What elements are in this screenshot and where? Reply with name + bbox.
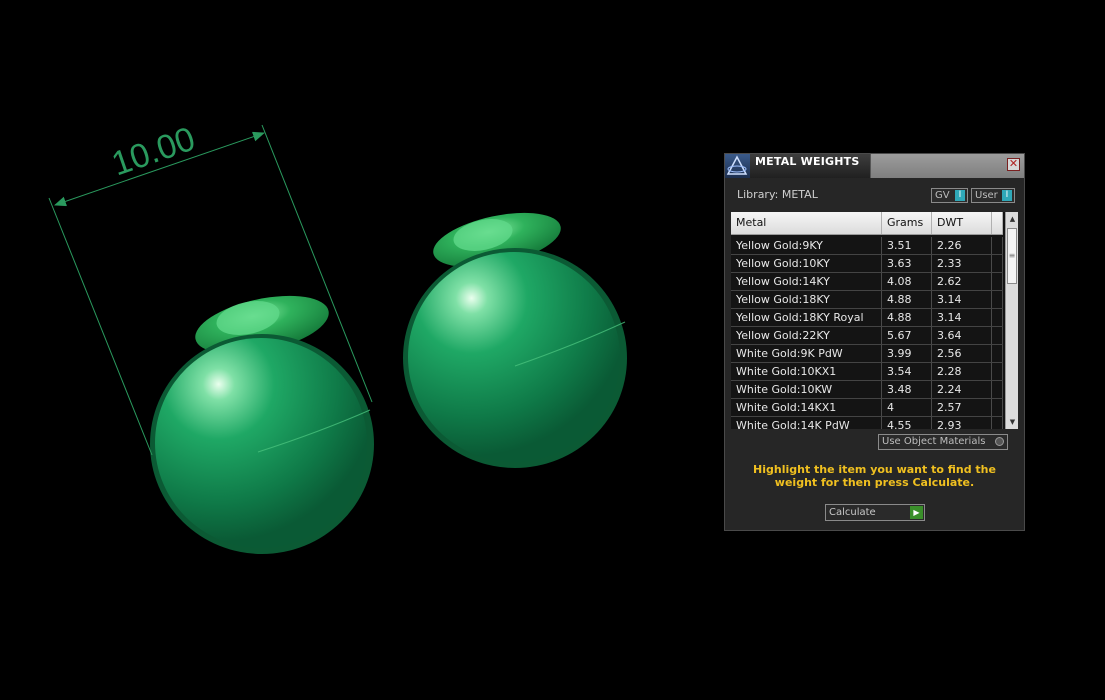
app-logo-icon [725,154,750,178]
metal-cell: Yellow Gold:9KY [731,237,882,254]
metal-cell: White Gold:9K PdW [731,345,882,362]
table-header: Metal Grams DWT [731,212,1003,235]
use-object-materials-label: Use Object Materials [882,436,986,447]
right-earring[interactable] [403,203,627,468]
column-header-grams[interactable]: Grams [882,212,932,234]
table-row[interactable]: White Gold:9K PdW 3.99 2.56 [731,345,1003,363]
grams-cell: 4.88 [882,291,932,308]
table-row[interactable]: Yellow Gold:10KY 3.63 2.33 [731,255,1003,273]
calculate-button[interactable]: Calculate ▶ [825,504,925,521]
dwt-cell: 2.93 [932,417,992,429]
toggle-icon: I [955,190,965,201]
user-label: User [975,190,998,201]
extra-cell [992,381,1003,398]
table-row[interactable]: Yellow Gold:22KY 5.67 3.64 [731,327,1003,345]
extra-cell [992,399,1003,416]
extra-cell [992,345,1003,362]
metal-cell: Yellow Gold:18KY [731,291,882,308]
library-label: Library: METAL [737,188,818,201]
grams-cell: 3.54 [882,363,932,380]
extra-cell [992,273,1003,290]
metal-cell: White Gold:10KW [731,381,882,398]
gv-toggle[interactable]: GV I [931,188,968,203]
table-row[interactable]: Yellow Gold:18KY Royal 4.88 3.14 [731,309,1003,327]
dwt-cell: 2.24 [932,381,992,398]
table-row[interactable]: White Gold:14KX1 4 2.57 [731,399,1003,417]
toggle-icon: I [1002,190,1012,201]
metal-weights-panel: METAL WEIGHTS ✕ Library: METAL GV I User… [724,153,1025,531]
dwt-cell: 3.14 [932,309,992,326]
dwt-cell: 2.28 [932,363,992,380]
play-icon: ▶ [910,506,923,519]
radio-icon [995,437,1004,446]
metal-cell: Yellow Gold:18KY Royal [731,309,882,326]
extra-cell [992,363,1003,380]
metal-cell: Yellow Gold:10KY [731,255,882,272]
scroll-down-icon[interactable]: ▼ [1007,416,1018,428]
grams-cell: 5.67 [882,327,932,344]
dwt-cell: 2.33 [932,255,992,272]
grams-cell: 3.48 [882,381,932,398]
dwt-cell: 2.26 [932,237,992,254]
metal-cell: White Gold:14KX1 [731,399,882,416]
grams-cell: 3.99 [882,345,932,362]
dwt-cell: 2.62 [932,273,992,290]
metal-table: Metal Grams DWT Yellow Gold:9KY 3.51 2.26 Y… [731,212,1018,429]
metal-cell: White Gold:14K PdW [731,417,882,429]
dwt-cell: 2.56 [932,345,992,362]
grams-cell: 3.51 [882,237,932,254]
grams-cell: 3.63 [882,255,932,272]
extra-cell [992,255,1003,272]
table-body: Yellow Gold:9KY 3.51 2.26 Yellow Gold:10KY 3… [731,237,1003,429]
table-row[interactable]: White Gold:10KX1 3.54 2.28 [731,363,1003,381]
grams-cell: 4 [882,399,932,416]
dwt-cell: 3.14 [932,291,992,308]
close-icon[interactable]: ✕ [1007,158,1020,171]
dwt-cell: 2.57 [932,399,992,416]
use-object-materials-toggle[interactable]: Use Object Materials [878,434,1008,450]
scroll-thumb[interactable]: ≡ [1007,228,1017,284]
metal-cell: Yellow Gold:14KY [731,273,882,290]
column-header-dwt[interactable]: DWT [932,212,992,234]
left-earring[interactable] [150,285,374,554]
panel-titlebar[interactable]: METAL WEIGHTS ✕ [725,154,1024,178]
column-header-extra [992,212,1003,234]
table-row[interactable]: White Gold:10KW 3.48 2.24 [731,381,1003,399]
calculate-label: Calculate [829,507,876,518]
extra-cell [992,309,1003,326]
panel-title: METAL WEIGHTS [755,155,860,168]
extra-cell [992,237,1003,254]
grams-cell: 4.55 [882,417,932,429]
extra-cell [992,417,1003,429]
extra-cell [992,291,1003,308]
user-toggle[interactable]: User I [971,188,1015,203]
gv-label: GV [935,190,950,201]
scroll-up-icon[interactable]: ▲ [1007,213,1018,225]
metal-cell: Yellow Gold:22KY [731,327,882,344]
dwt-cell: 3.64 [932,327,992,344]
table-row[interactable]: Yellow Gold:14KY 4.08 2.62 [731,273,1003,291]
dimension-label: 10.00 [107,120,200,184]
extra-cell [992,327,1003,344]
table-row[interactable]: Yellow Gold:9KY 3.51 2.26 [731,237,1003,255]
table-scrollbar[interactable]: ▲ ≡ ▼ [1005,212,1018,429]
hint-text: Highlight the item you want to find the … [753,463,996,489]
column-header-metal[interactable]: Metal [731,212,882,234]
table-row[interactable]: White Gold:14K PdW 4.55 2.93 [731,417,1003,429]
table-row[interactable]: Yellow Gold:18KY 4.88 3.14 [731,291,1003,309]
metal-cell: White Gold:10KX1 [731,363,882,380]
grams-cell: 4.88 [882,309,932,326]
grams-cell: 4.08 [882,273,932,290]
